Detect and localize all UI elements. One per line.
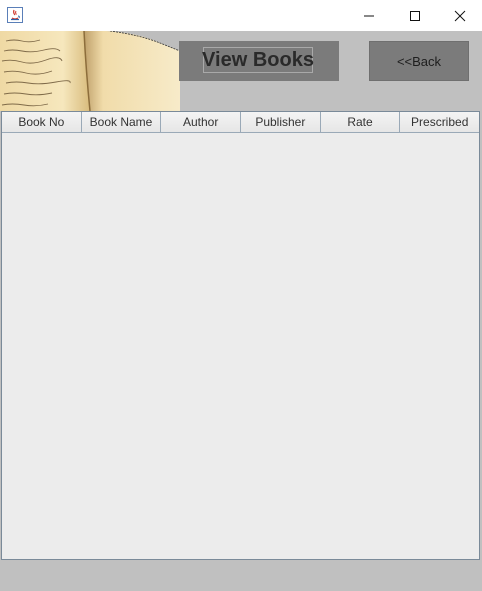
books-table[interactable]: Book No Book Name Author Publisher Rate … [1, 111, 480, 560]
column-header-book-no[interactable]: Book No [2, 112, 82, 132]
maximize-icon [410, 10, 420, 21]
table-header: Book No Book Name Author Publisher Rate … [2, 112, 480, 133]
minimize-icon [364, 15, 374, 16]
column-header-publisher[interactable]: Publisher [241, 112, 321, 132]
column-header-author[interactable]: Author [161, 112, 242, 132]
title-bar [0, 0, 482, 31]
view-books-panel: View Books [179, 41, 339, 81]
column-header-prescribed[interactable]: Prescribed [400, 112, 480, 132]
page-title: View Books [202, 47, 314, 73]
column-header-book-name[interactable]: Book Name [81, 112, 162, 132]
table-body[interactable] [2, 133, 479, 559]
minimize-button[interactable] [346, 0, 392, 31]
close-button[interactable] [437, 0, 482, 31]
back-button[interactable]: <<Back [369, 41, 469, 81]
close-icon [454, 10, 466, 21]
java-app-icon [7, 7, 23, 23]
open-book-image [0, 31, 180, 111]
maximize-button[interactable] [392, 0, 438, 31]
column-header-rate[interactable]: Rate [320, 112, 401, 132]
main-content: View Books <<Back Book No Book Name Auth… [0, 31, 482, 591]
